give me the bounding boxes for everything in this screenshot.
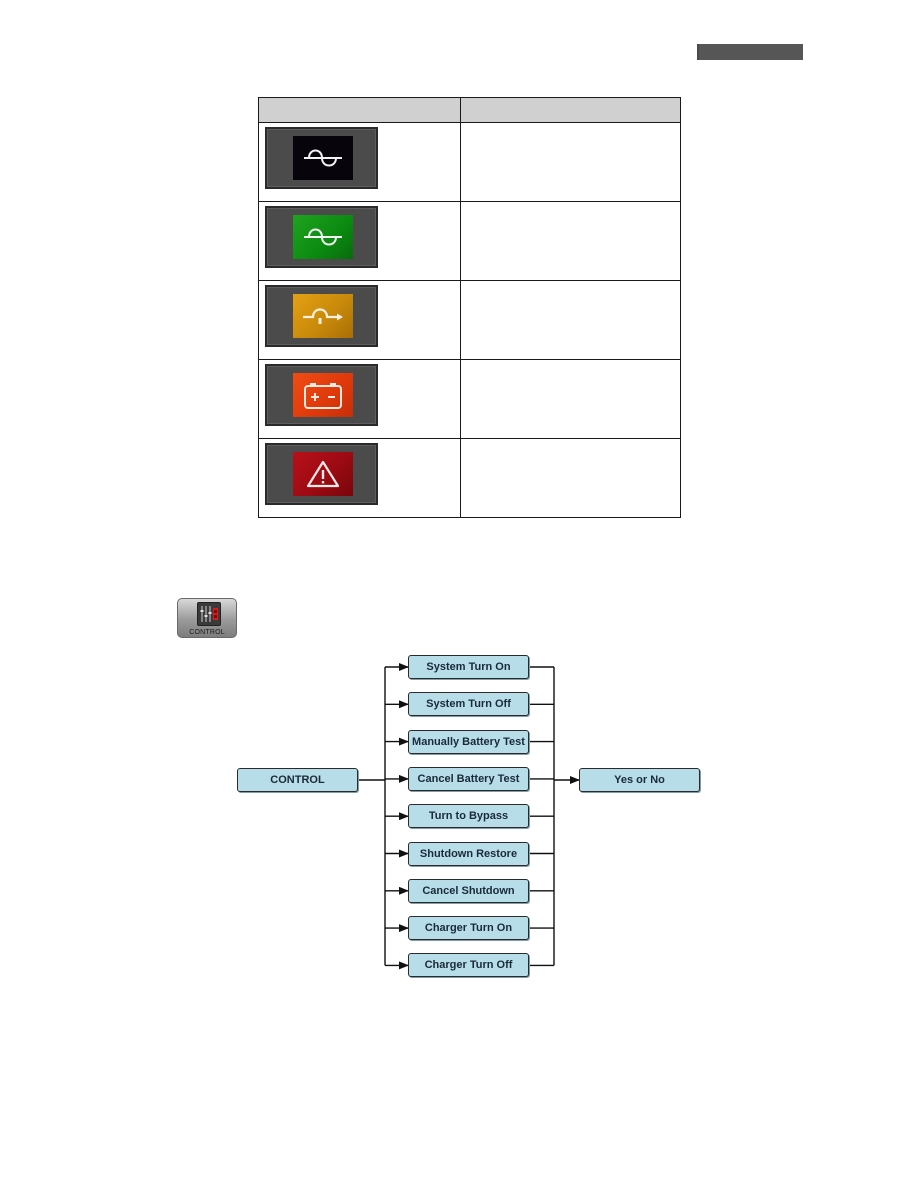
flow-option-charger-turn-off: Charger Turn Off: [408, 953, 529, 978]
flow-option-cancel-shutdown: Cancel Shutdown: [408, 878, 529, 903]
flow-option-cancel-battery-test: Cancel Battery Test: [408, 766, 529, 791]
flow-confirm-yes-no: Yes or No: [579, 768, 700, 792]
flow-option-manually-battery-test: Manually Battery Test: [408, 729, 529, 754]
flow-root-control: CONTROL: [237, 768, 358, 792]
flow-connectors: [358, 663, 580, 970]
flow-option-charger-turn-on: Charger Turn On: [408, 916, 529, 941]
flow-option-system-turn-off: System Turn Off: [408, 692, 529, 717]
flow-option-turn-to-bypass: Turn to Bypass: [408, 804, 529, 829]
flow-option-shutdown-restore: Shutdown Restore: [408, 841, 529, 866]
flow-option-system-turn-on: System Turn On: [408, 655, 529, 679]
